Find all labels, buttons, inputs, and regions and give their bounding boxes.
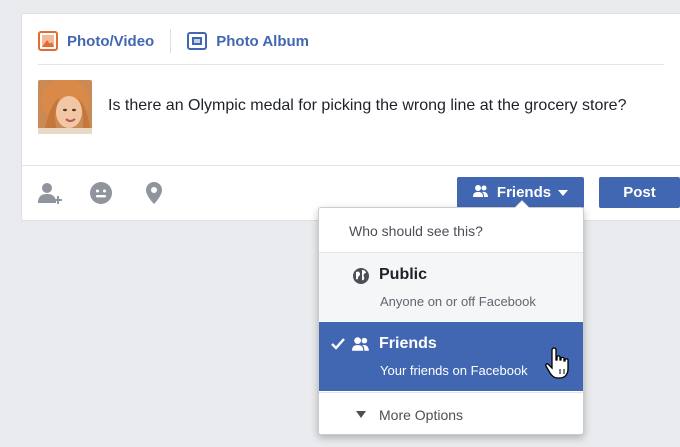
audience-option-subtitle: Your friends on Facebook: [380, 363, 528, 378]
chevron-down-icon: [558, 189, 569, 196]
divider: [38, 64, 664, 65]
caret-down-icon: [356, 411, 366, 418]
friends-icon: [472, 184, 489, 202]
location-pin-icon[interactable]: [144, 181, 168, 205]
tab-photo-video-label: Photo/Video: [67, 32, 155, 50]
hand-cursor-icon: [545, 346, 573, 380]
friends-icon: [352, 336, 370, 354]
post-text-input[interactable]: Is there an Olympic medal for picking th…: [108, 94, 678, 117]
post-composer: Photo/Video Photo Album Is there an Olym…: [21, 13, 680, 221]
audience-option-subtitle: Anyone on or off Facebook: [380, 294, 536, 309]
tab-photo-album-label: Photo Album: [216, 32, 309, 50]
tab-photo-album[interactable]: Photo Album: [187, 31, 309, 51]
composer-tabs: Photo/Video Photo Album: [38, 28, 668, 54]
dropdown-header: Who should see this?: [349, 222, 483, 239]
tab-divider: [170, 29, 172, 53]
audience-option-title: Public: [379, 266, 428, 283]
tab-photo-video[interactable]: Photo/Video: [38, 31, 154, 51]
audience-option-public[interactable]: Public Anyone on or off Facebook: [319, 253, 583, 321]
photo-video-icon: [38, 31, 58, 51]
globe-icon: [352, 267, 370, 285]
more-options-button[interactable]: More Options: [319, 393, 583, 436]
more-options-label: More Options: [379, 406, 464, 423]
audience-option-friends[interactable]: Friends Your friends on Facebook: [319, 322, 583, 391]
post-button[interactable]: Post: [599, 177, 680, 208]
feeling-icon[interactable]: [89, 181, 113, 205]
photo-album-icon: [187, 31, 208, 51]
avatar[interactable]: [38, 80, 92, 134]
divider: [22, 165, 680, 166]
audience-selector-label: Friends: [496, 184, 552, 201]
tag-friends-icon[interactable]: [38, 181, 62, 205]
audience-option-title: Friends: [379, 335, 437, 352]
audience-dropdown: Who should see this? Public Anyone on or…: [318, 200, 584, 436]
checkmark-icon: [331, 337, 345, 351]
